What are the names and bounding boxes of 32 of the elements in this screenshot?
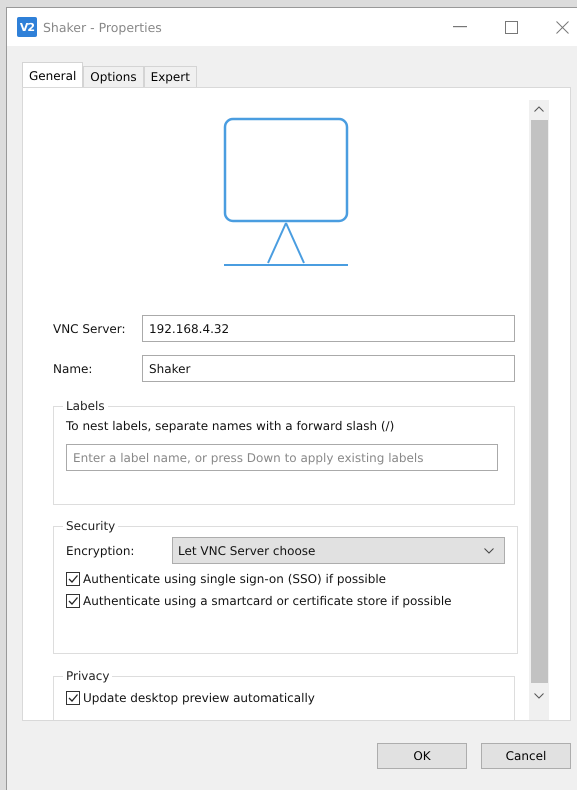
scroll-down-icon[interactable] bbox=[534, 693, 544, 699]
field-label: Encryption: bbox=[66, 544, 136, 558]
group-title: Labels bbox=[65, 399, 106, 413]
dialog-button[interactable]: OK bbox=[377, 743, 467, 769]
input-field[interactable]: 192.168.4.32 bbox=[142, 315, 515, 342]
label-input-field[interactable]: Enter a label name, or press Down to apply existing labels bbox=[66, 444, 498, 471]
encryption-dropdown[interactable]: Let VNC Server choose bbox=[172, 537, 505, 564]
close-icon[interactable] bbox=[556, 20, 569, 34]
tab[interactable]: Expert bbox=[144, 66, 197, 87]
checkbox-label: Authenticate using a smartcard or certificate store if possible bbox=[83, 594, 452, 608]
minimize-icon[interactable] bbox=[453, 26, 467, 28]
input-field[interactable]: Shaker bbox=[142, 355, 515, 382]
tab[interactable]: Options bbox=[83, 66, 144, 87]
checkbox-label: Update desktop preview automatically bbox=[83, 691, 315, 705]
field-label: VNC Server: bbox=[53, 322, 127, 336]
group-title: Privacy bbox=[65, 669, 110, 683]
scrollbar[interactable] bbox=[529, 100, 549, 720]
dialog-button[interactable]: Cancel bbox=[481, 743, 571, 769]
app-logo: V2 bbox=[17, 17, 37, 37]
checkbox[interactable] bbox=[66, 691, 80, 705]
hint-text: To nest labels, separate names with a forward slash (/) bbox=[66, 419, 396, 433]
checkbox-label: Authenticate using single sign-on (SSO) if possible bbox=[83, 572, 386, 586]
group-title: Security bbox=[65, 519, 116, 533]
tab[interactable]: General bbox=[22, 62, 84, 87]
maximize-icon[interactable] bbox=[505, 20, 518, 34]
window-title: Shaker - Properties bbox=[43, 20, 162, 34]
scroll-up-icon[interactable] bbox=[534, 106, 544, 112]
chevron-down-icon bbox=[484, 548, 494, 554]
scrollbar-thumb[interactable] bbox=[530, 120, 548, 683]
field-label: Name: bbox=[53, 362, 94, 376]
checkbox[interactable] bbox=[66, 572, 80, 586]
checkbox[interactable] bbox=[66, 594, 80, 608]
